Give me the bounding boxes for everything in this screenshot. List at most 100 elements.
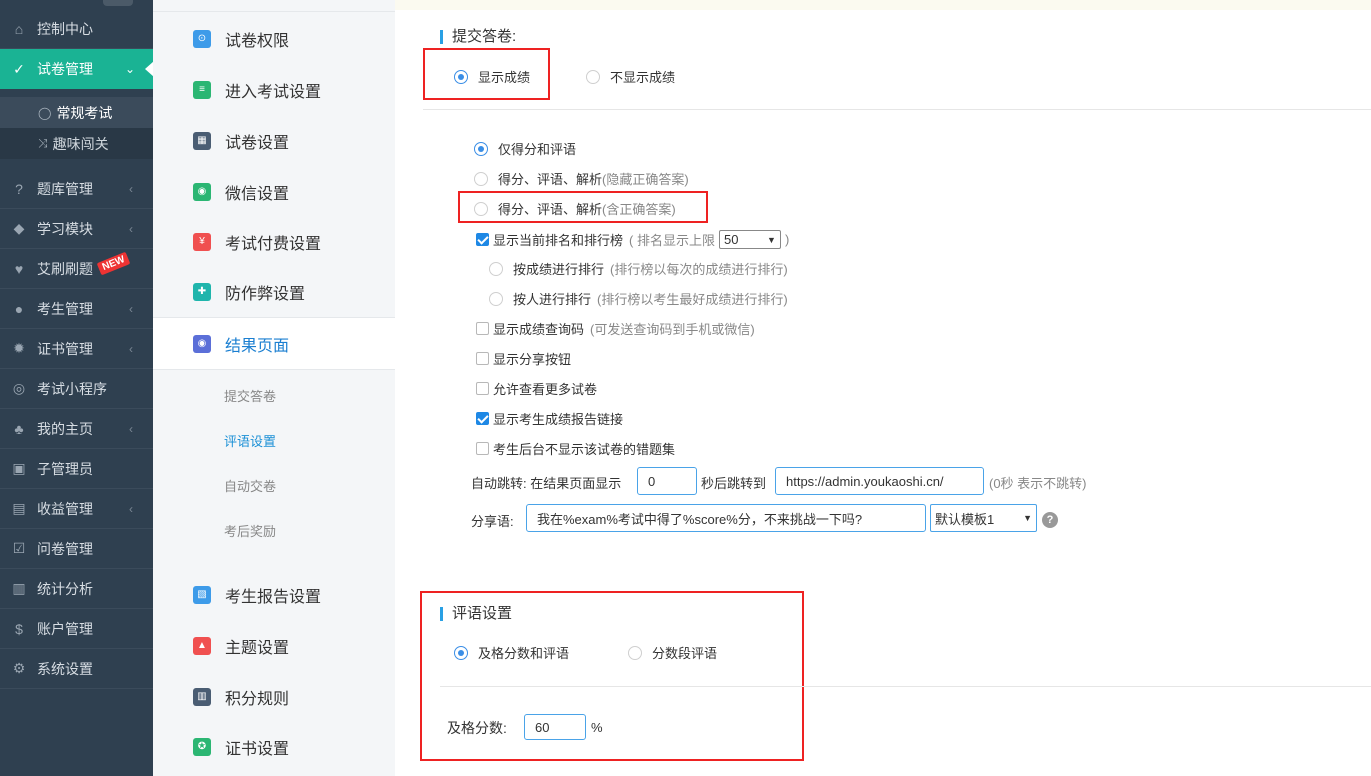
radio-pass-score-comment[interactable]: 及格分数和评语	[454, 643, 569, 662]
checkbox-more-papers[interactable]: 允许查看更多试卷	[476, 379, 597, 398]
rank-limit-select[interactable]: 50 ▼	[718, 230, 781, 249]
menu-item-points-rules[interactable]: ▥ 积分规则	[153, 671, 395, 722]
menu-item-enter-exam[interactable]: ≡ 进入考试设置	[153, 64, 395, 115]
dollar-icon: $	[15, 620, 23, 637]
yen-icon: ¥	[193, 232, 211, 251]
radio-indicator	[586, 69, 600, 84]
share-template-select[interactable]: 默认模板1 ▼	[930, 504, 1037, 532]
sidebar-item-candidates[interactable]: ● 考生管理 ‹	[0, 289, 153, 329]
radio-show-score[interactable]: 显示成绩	[454, 67, 530, 86]
sidebar-item-certificates[interactable]: ✹ 证书管理 ‹	[0, 329, 153, 369]
sidebar-item-survey[interactable]: ☑ 问卷管理	[0, 529, 153, 569]
menu-subitem-submit[interactable]: 提交答卷	[224, 386, 276, 405]
graduation-cap-icon: ◆	[13, 220, 25, 236]
menu-item-paper-settings[interactable]: ▦ 试卷设置	[153, 115, 395, 166]
bar-chart-icon: ▥	[12, 580, 26, 596]
sidebar-toggle[interactable]	[103, 0, 133, 6]
menu-subitem-reward[interactable]: 考后奖励	[224, 521, 276, 540]
sidebar-item-my-home[interactable]: ♣ 我的主页 ‹	[0, 409, 153, 449]
radio-indicator	[454, 69, 468, 84]
checkbox-hide-wrong-set[interactable]: 考生后台不显示该试卷的错题集	[476, 439, 675, 458]
sidebar-item-label: 控制中心	[37, 20, 93, 37]
sidebar-item-system-settings[interactable]: ⚙ 系统设置	[0, 649, 153, 689]
menu-item-result-page[interactable]: ◉ 结果页面	[153, 317, 395, 370]
menu-subitem-comment[interactable]: 评语设置	[224, 431, 276, 450]
radio-score-range-comment[interactable]: 分数段评语	[628, 643, 717, 662]
menu-subitem-auto-submit[interactable]: 自动交卷	[224, 476, 276, 495]
pass-score-input[interactable]: 60	[524, 714, 586, 740]
sidebar-item-exam-management[interactable]: ✓ 试卷管理 ⌄	[0, 49, 154, 89]
menu-item-theme-settings[interactable]: ▲ 主题设置	[153, 620, 395, 671]
radio-rank-by-score[interactable]: 按成绩进行排行 (排行榜以每次的成绩进行排行)	[489, 259, 788, 278]
radio-hide-score[interactable]: 不显示成绩	[586, 67, 675, 86]
help-icon[interactable]: ?	[1042, 512, 1058, 528]
wechat-icon: ◉	[193, 182, 211, 201]
report-icon: ▧	[193, 585, 211, 604]
share-text-input[interactable]: 我在%exam%考试中得了%score%分，不来挑战一下吗?	[526, 504, 926, 532]
money-icon: ▤	[12, 500, 26, 516]
home-icon: ⌂	[14, 20, 24, 37]
sidebar-subitem-fun-challenge[interactable]: ⤨ 趣味闯关	[0, 128, 153, 159]
new-badge: NEW	[96, 251, 131, 276]
sidebar-item-control-center[interactable]: ⌂ 控制中心	[0, 9, 153, 49]
chevron-down-icon: ⌄	[124, 62, 135, 76]
settings-menu: ⊙ 试卷权限 ≡ 进入考试设置 ▦ 试卷设置 ◉ 微信设置 ¥ 考试付费设置 ✚…	[153, 0, 395, 776]
menu-item-report-settings[interactable]: ▧ 考生报告设置	[153, 569, 395, 620]
radio-score-comment-only[interactable]: 仅得分和评语	[474, 139, 576, 158]
menu-item-anti-cheat[interactable]: ✚ 防作弊设置	[153, 266, 395, 317]
redirect-url-input[interactable]: https://admin.youkaoshi.cn/	[775, 467, 984, 495]
divider	[440, 686, 1371, 687]
chevron-left-icon: ‹	[129, 421, 133, 436]
grid-icon: ▦	[193, 131, 211, 150]
list-icon: ≡	[193, 80, 211, 99]
radio-score-analysis-with-answer[interactable]: 得分、评语、解析 (含正确答案)	[474, 199, 676, 218]
sidebar-subitem-regular-exam[interactable]: ◯ 常规考试	[0, 97, 153, 128]
redirect-mid-label: 秒后跳转到	[701, 476, 767, 491]
menu-item-payment-settings[interactable]: ¥ 考试付费设置	[153, 216, 395, 267]
sidebar-item-sub-admin[interactable]: ▣ 子管理员	[0, 449, 153, 489]
sidebar-item-statistics[interactable]: ▥ 统计分析	[0, 569, 153, 609]
eye-icon: ◉	[193, 334, 211, 353]
chevron-left-icon: ‹	[129, 181, 133, 196]
radio-rank-by-person[interactable]: 按人进行排行 (排行榜以考生最好成绩进行排行)	[489, 289, 788, 308]
sidebar-item-account[interactable]: $ 账户管理	[0, 609, 153, 649]
checkbox-show-rank[interactable]: 显示当前排名和排行榜 ( 排名显示上限 50 ▼ )	[476, 230, 789, 249]
lock-icon: ▣	[12, 460, 26, 476]
section-title-submit: 提交答卷:	[440, 29, 516, 44]
sidebar-item-question-bank[interactable]: ? 题库管理 ‹	[0, 169, 153, 209]
sidebar-item-learning[interactable]: ◆ 学习模块 ‹	[0, 209, 153, 249]
wechat-icon: ◎	[12, 380, 26, 396]
chevron-down-icon: ▼	[767, 234, 776, 245]
menu-item-wechat-settings[interactable]: ◉ 微信设置	[153, 166, 395, 217]
leaf-icon: ♣	[14, 420, 24, 437]
pass-score-label: 及格分数:	[447, 720, 507, 736]
chevron-left-icon: ‹	[129, 221, 133, 236]
chevron-down-icon: ▼	[1023, 513, 1032, 523]
sidebar-item-mini-program[interactable]: ◎ 考试小程序	[0, 369, 153, 409]
menu-item-certificate-settings[interactable]: ✪ 证书设置	[153, 721, 395, 772]
checkbox-report-link[interactable]: 显示考生成绩报告链接	[476, 409, 623, 428]
heart-icon: ♥	[14, 260, 24, 277]
question-circle-icon: ?	[15, 180, 23, 197]
main-sidebar: ⌂ 控制中心 ✓ 试卷管理 ⌄ ◯ 常规考试 ⤨ 趣味闯关 ? 题库管理 ‹ ◆…	[0, 0, 154, 776]
sidebar-item-revenue[interactable]: ▤ 收益管理 ‹	[0, 489, 153, 529]
radio-score-analysis-hidden[interactable]: 得分、评语、解析 (隐藏正确答案)	[474, 169, 689, 188]
checkbox-query-code[interactable]: 显示成绩查询码 (可发送查询码到手机或微信)	[476, 319, 755, 338]
user-icon: ●	[14, 300, 24, 317]
menu-item-paper-permission[interactable]: ⊙ 试卷权限	[153, 13, 395, 64]
calendar-icon: ▥	[193, 687, 211, 706]
redirect-hint: (0秒 表示不跳转)	[989, 476, 1087, 491]
section-title-comment: 评语设置	[440, 606, 512, 621]
divider	[423, 109, 1371, 110]
check-circle-icon: ◯	[38, 105, 52, 120]
shirt-icon: ▲	[193, 636, 211, 655]
sidebar-item-aishua[interactable]: ♥ 艾刷刷题 NEW	[0, 249, 153, 289]
checkbox-share-button[interactable]: 显示分享按钮	[476, 349, 571, 368]
chevron-left-icon: ‹	[129, 501, 133, 516]
checkbox-icon: ☑	[12, 540, 26, 556]
shield-icon: ⊙	[193, 29, 211, 48]
redirect-seconds-input[interactable]: 0	[637, 467, 697, 495]
pass-score-unit: %	[591, 720, 603, 735]
award-icon: ✪	[193, 737, 211, 756]
certificate-icon: ✹	[13, 340, 25, 356]
